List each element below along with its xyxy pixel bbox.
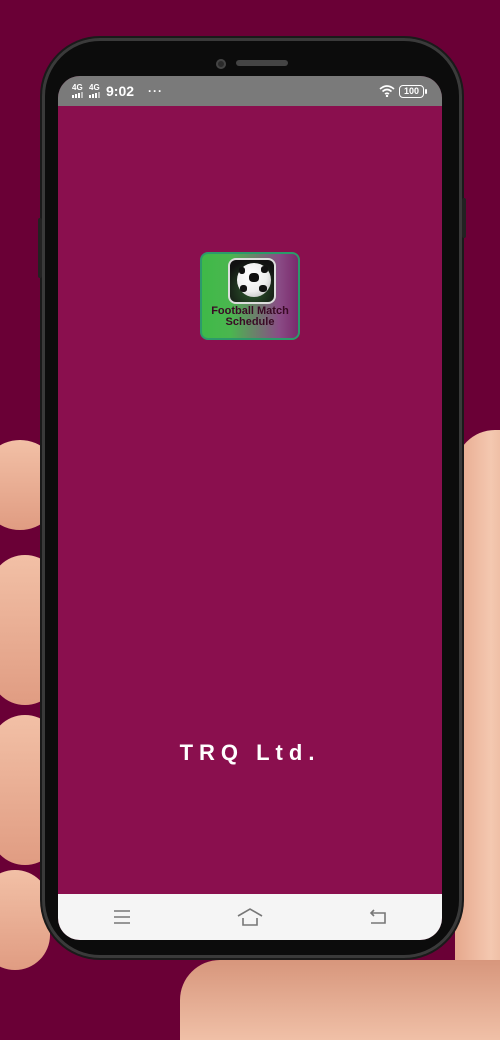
menu-icon bbox=[114, 910, 130, 924]
front-camera bbox=[216, 59, 226, 69]
earpiece-speaker bbox=[236, 60, 288, 66]
signal-indicator-2: 4G bbox=[89, 84, 100, 98]
status-bar: 4G 4G 9:02 ··· 100 bbox=[58, 76, 442, 106]
navigation-bar bbox=[58, 894, 442, 940]
company-name: TRQ Ltd. bbox=[179, 740, 321, 765]
back-icon bbox=[369, 909, 386, 924]
palm-bottom bbox=[180, 960, 500, 1040]
app-logo-title: Football Match Schedule bbox=[211, 305, 289, 328]
side-button bbox=[462, 198, 466, 238]
signal-bars-icon bbox=[89, 92, 100, 98]
screen: 4G 4G 9:02 ··· 100 Football Match Schedu… bbox=[58, 76, 442, 940]
soccer-ball-icon bbox=[228, 258, 276, 304]
side-button bbox=[38, 218, 42, 278]
signal-indicator-1: 4G bbox=[72, 84, 83, 98]
menu-button[interactable] bbox=[102, 902, 142, 932]
back-button[interactable] bbox=[358, 902, 398, 932]
app-logo: Football Match Schedule bbox=[200, 252, 300, 340]
home-button[interactable] bbox=[230, 902, 270, 932]
wifi-icon bbox=[379, 85, 395, 97]
battery-indicator: 100 bbox=[398, 84, 428, 98]
signal-bars-icon bbox=[72, 92, 83, 98]
more-notifications-icon: ··· bbox=[148, 84, 164, 98]
status-time: 9:02 bbox=[106, 83, 135, 99]
home-icon bbox=[237, 908, 263, 926]
